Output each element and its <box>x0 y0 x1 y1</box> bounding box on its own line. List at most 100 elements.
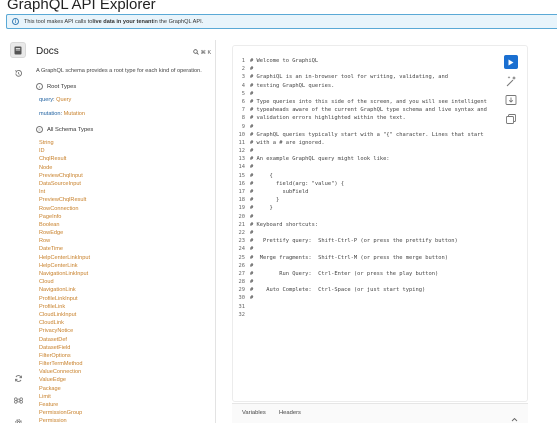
code-line: 18 # } <box>233 196 487 204</box>
schema-type-link[interactable]: Row <box>39 237 209 245</box>
code-text: # GraphiQL is an in-browser tool for wri… <box>250 74 448 81</box>
code-text: # <box>250 90 254 97</box>
schema-type-link[interactable]: RowConnection <box>39 205 209 213</box>
history-icon <box>14 69 22 77</box>
schema-type-link[interactable]: Limit <box>39 393 209 401</box>
schema-type-link[interactable]: PreviewChqlInput <box>39 172 209 180</box>
line-number: 22 <box>238 229 246 236</box>
line-number: 9 <box>241 123 245 130</box>
copy-icon <box>506 114 516 124</box>
search-icon <box>193 49 199 55</box>
line-number: 13 <box>238 156 246 163</box>
line-number: 5 <box>241 90 245 97</box>
info-banner: i This tool makes API calls to live data… <box>6 14 557 29</box>
settings-button[interactable] <box>10 414 26 423</box>
line-number: 31 <box>238 303 246 310</box>
schema-type-link[interactable]: Cloud <box>39 278 209 286</box>
code-text: # <box>250 229 254 236</box>
line-number: 11 <box>238 139 246 146</box>
schema-type-link[interactable]: PreviewChqlResult <box>39 196 209 204</box>
schema-type-link[interactable]: FilterOptions <box>39 352 209 360</box>
chevron-up-icon <box>511 417 518 422</box>
schema-type-link[interactable]: PrivacyNotice <box>39 327 209 335</box>
run-query-button[interactable] <box>504 55 518 69</box>
history-button[interactable] <box>10 65 26 81</box>
schema-type-link[interactable]: CloudLink <box>39 319 209 327</box>
code-text: # <box>250 246 254 253</box>
code-text: # <box>250 66 254 73</box>
docs-description: A GraphQL schema provides a root type fo… <box>36 68 202 74</box>
schema-type-link[interactable]: ID <box>39 147 209 155</box>
code-line: 22 # <box>233 229 487 237</box>
sparkle-icon <box>506 76 516 87</box>
schema-type-link[interactable]: DataSourceInput <box>39 180 209 188</box>
query-editor[interactable]: 1 # Welcome to GraphiQL 2 #3 # GraphiQL is a… <box>232 45 528 402</box>
code-text: # } <box>250 205 273 212</box>
schema-type-link[interactable]: Boolean <box>39 221 209 229</box>
line-number: 17 <box>238 189 246 195</box>
gear-icon <box>14 418 22 423</box>
line-number: 24 <box>238 246 246 253</box>
schema-type-link[interactable]: ValueConnection <box>39 368 209 376</box>
copy-query-button[interactable] <box>504 112 518 126</box>
schema-type-link[interactable]: PermissionGroup <box>39 409 209 417</box>
schema-type-link[interactable]: NavigationLink <box>39 286 209 294</box>
code-line: 10 # GraphQL queries typically start with… <box>233 131 487 139</box>
root-type-link[interactable]: Mutation <box>64 111 85 117</box>
schema-type-link[interactable]: DateTime <box>39 245 209 253</box>
schema-type-link[interactable]: ChqlResult <box>39 155 209 163</box>
code-line: 8 # validation errors highlighted within … <box>233 114 487 122</box>
code-line: 30 # <box>233 294 487 302</box>
book-icon <box>14 46 22 54</box>
chevron-up-button[interactable] <box>511 409 518 423</box>
prettify-button[interactable] <box>504 74 518 88</box>
schema-type-link[interactable]: RowEdge <box>39 229 209 237</box>
shortcuts-button[interactable] <box>10 392 26 408</box>
query-editor-code[interactable]: 1 # Welcome to GraphiQL 2 #3 # GraphiQL is a… <box>233 57 487 319</box>
schema-type-link[interactable]: ValueEdge <box>39 376 209 384</box>
schema-type-link[interactable]: DatasetDef <box>39 336 209 344</box>
docs-search-button[interactable]: ⌘ K <box>193 49 211 56</box>
docs-plugin-button[interactable] <box>10 42 26 58</box>
schema-type-link[interactable]: NavigationLinkInput <box>39 270 209 278</box>
schema-type-link[interactable]: HelpCenterLink <box>39 262 209 270</box>
line-number: 15 <box>238 172 246 179</box>
plugin-rail <box>7 40 27 423</box>
code-line: 15 # { <box>233 172 487 180</box>
code-line: 21 # Keyboard shortcuts: <box>233 221 487 229</box>
tab-variables[interactable]: Variables <box>242 410 266 416</box>
schema-type-link[interactable]: ProfileLink <box>39 303 209 311</box>
schema-type-link[interactable]: PageInfo <box>39 213 209 221</box>
schema-type-link[interactable]: Package <box>39 385 209 393</box>
code-text: # GraphQL queries typically start with a… <box>250 131 484 138</box>
root-type-mutation[interactable]: mutation: Mutation <box>39 111 85 117</box>
line-number: 10 <box>238 131 246 138</box>
refresh-icon <box>14 374 22 382</box>
merge-fragments-button[interactable] <box>504 93 518 107</box>
code-line: 27 # Run Query: Ctrl-Enter (or press the … <box>233 270 487 278</box>
schema-type-link[interactable]: Feature <box>39 401 209 409</box>
refetch-schema-button[interactable] <box>10 370 26 386</box>
schema-type-link[interactable]: FilterTermMethod <box>39 360 209 368</box>
code-line: 9 # <box>233 123 487 131</box>
code-line: 16 # field(arg: "value") { <box>233 180 487 188</box>
schema-type-link[interactable]: HelpCenterLinkInput <box>39 254 209 262</box>
schema-type-link[interactable]: ProfileLinkInput <box>39 295 209 303</box>
docs-title: Docs <box>36 46 59 57</box>
schema-type-link[interactable]: Int <box>39 188 209 196</box>
schema-type-link[interactable]: String <box>39 139 209 147</box>
schema-type-link[interactable]: DatasetField <box>39 344 209 352</box>
code-text: # An example GraphQL query might look li… <box>250 156 390 163</box>
schema-type-link[interactable]: Node <box>39 164 209 172</box>
schema-type-link[interactable]: Permission <box>39 417 209 423</box>
root-type-link[interactable]: Query <box>56 97 71 103</box>
play-icon <box>508 59 514 65</box>
tab-headers[interactable]: Headers <box>279 410 301 416</box>
root-type-query[interactable]: query: Query <box>39 97 71 103</box>
line-number: 2 <box>241 66 245 73</box>
code-text: # <box>250 262 254 269</box>
schema-type-link[interactable]: CloudLinkInput <box>39 311 209 319</box>
line-number: 16 <box>238 180 246 187</box>
banner-text-suffix: in the GraphQL API. <box>153 18 204 25</box>
line-number: 29 <box>238 287 246 294</box>
